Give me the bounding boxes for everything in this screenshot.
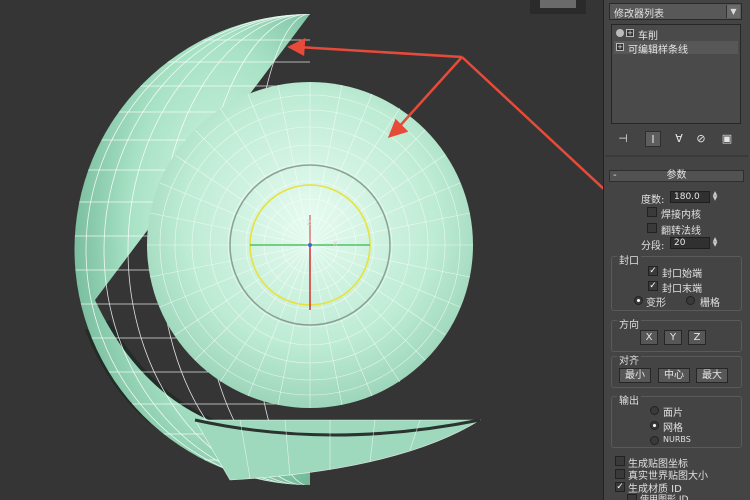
mesh-bottom-slice [194,418,482,481]
expand-icon[interactable]: + [626,29,634,37]
direction-x-button[interactable]: X [640,330,658,345]
parameters-title: 参数 [666,170,687,181]
viewcube-stub [530,0,586,14]
output-title: 输出 [617,392,641,407]
lightbulb-icon[interactable] [616,29,624,37]
stack-toolbar: ⊣ Ⅰ ∀ ⊘ ▣ [611,131,741,149]
patch-radio[interactable] [650,406,659,415]
segments-field[interactable]: 20 [670,237,710,249]
segments-spinner[interactable]: ▲ ▼ [711,237,719,249]
weld-core-checkbox[interactable] [647,207,657,217]
use-shape-ids-checkbox[interactable] [627,494,637,500]
direction-y-button[interactable]: Y [664,330,682,345]
expand-icon[interactable]: + [616,43,624,51]
weld-core-label: 焊接内核 [661,210,701,221]
mesh-label: 网格 [663,423,683,434]
morph-label: 变形 [646,298,666,309]
cap-end-checkbox[interactable]: ✓ [648,281,658,291]
segments-label: 分段: [641,241,665,252]
direction-z-button[interactable]: Z [688,330,706,345]
axis-z-label: z [307,218,311,227]
grid-label: 栅格 [700,298,720,309]
align-center-button[interactable]: 中心 [658,368,690,383]
stack-item-label: 车削 [638,31,658,42]
gen-map-coords-checkbox[interactable] [615,456,625,466]
degrees-spinner[interactable]: ▲ ▼ [711,191,719,203]
modifier-stack[interactable]: + 车削 + 可编辑样条线 [611,24,741,124]
stack-item-lathe[interactable]: + 车削 [614,27,738,42]
pin-stack-icon[interactable]: ⊣ [615,131,631,147]
viewport[interactable]: x z [0,0,603,500]
direction-title: 方向 [617,316,641,331]
modifier-list-label: 修改器列表 [614,9,664,20]
chevron-down-icon[interactable]: ▼ [726,5,740,18]
flip-normals-label: 翻转法线 [661,226,701,237]
real-world-map-checkbox[interactable] [615,469,625,479]
cap-start-checkbox[interactable]: ✓ [648,266,658,276]
axis-x-label: x [333,239,338,248]
divider [605,155,748,157]
patch-label: 面片 [663,408,683,419]
configure-sets-icon[interactable]: ▣ [719,131,735,147]
degrees-label: 度数: [641,195,665,206]
mesh-radio[interactable] [650,421,659,430]
align-max-button[interactable]: 最大 [696,368,728,383]
grid-radio[interactable] [686,296,695,305]
remove-modifier-icon[interactable]: ⊘ [693,131,709,147]
nurbs-label: NURBS [663,435,691,444]
viewport-canvas: x z [74,0,603,485]
capping-title: 封口 [617,252,641,267]
gen-material-ids-checkbox[interactable]: ✓ [615,482,625,492]
cap-start-label: 封口始端 [662,269,702,280]
use-shape-ids-label: 使用图形 ID [640,495,689,500]
flip-normals-checkbox[interactable] [647,223,657,233]
align-title: 对齐 [617,352,641,367]
morph-radio[interactable] [634,296,643,305]
stack-item-editable-spline[interactable]: + 可编辑样条线 [614,41,738,56]
align-min-button[interactable]: 最小 [619,368,651,383]
make-unique-icon[interactable]: ∀ [671,131,687,147]
stack-item-label: 可编辑样条线 [628,45,688,56]
parameters-rollout-header[interactable]: - 参数 [609,170,744,182]
degrees-field[interactable]: 180.0 [670,191,710,203]
modifier-list-dropdown[interactable]: 修改器列表 ▼ [609,3,742,20]
nurbs-radio[interactable] [650,436,659,445]
cap-end-label: 封口末端 [662,284,702,295]
show-end-result-icon[interactable]: Ⅰ [645,131,661,147]
